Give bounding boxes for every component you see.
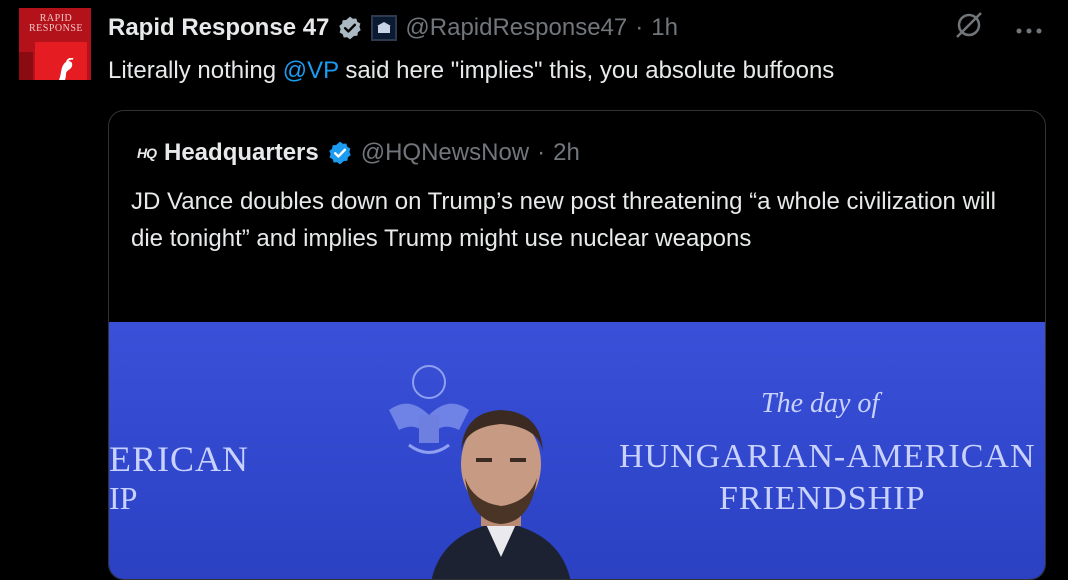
media-script-text: The day of xyxy=(761,388,880,419)
quoted-author-handle[interactable]: @HQNewsNow xyxy=(361,139,529,167)
hq-avatar-icon[interactable]: HQ xyxy=(137,145,157,161)
post-text-end: said here "implies" this, you absolute b… xyxy=(338,57,835,84)
quoted-text: JD Vance doubles down on Trump’s new pos… xyxy=(131,188,996,252)
grok-icon[interactable] xyxy=(954,10,984,44)
quoted-author-name[interactable]: Headquarters xyxy=(164,139,319,167)
media-left-text-1: ERICAN xyxy=(109,439,249,479)
author-handle[interactable]: @RapidResponse47 xyxy=(405,14,627,42)
quoted-media-image[interactable]: ERICAN IP The day of HUNGARIAN-AMERICAN … xyxy=(109,322,1045,579)
quoted-header: HQ Headquarters @HQNewsNow · 2h xyxy=(137,139,580,167)
avatar-brand-text: RAPID RESPONSE xyxy=(28,13,83,34)
avatar[interactable]: RAPID RESPONSE xyxy=(19,8,91,80)
quoted-post[interactable]: HQ Headquarters @HQNewsNow · 2h JD Vance… xyxy=(108,110,1046,580)
avatar-strip xyxy=(19,52,33,80)
verified-badge-icon xyxy=(339,16,362,40)
pepper-icon xyxy=(35,42,87,80)
verified-badge-icon xyxy=(329,141,351,165)
post-actions xyxy=(954,10,1044,44)
speaker-person-image xyxy=(431,410,571,579)
post-time[interactable]: 1h xyxy=(651,14,678,42)
post-header: Rapid Response 47 @RapidResponse47 · 1h xyxy=(108,8,678,48)
quoted-time[interactable]: 2h xyxy=(553,139,580,167)
media-left-text-2: IP xyxy=(109,480,138,516)
separator-dot: · xyxy=(537,139,546,166)
author-name[interactable]: Rapid Response 47 xyxy=(108,14,329,42)
white-house-affiliation-icon[interactable] xyxy=(371,15,398,41)
separator-dot: · xyxy=(635,14,644,41)
media-banner-line-2: FRIENDSHIP xyxy=(719,480,926,517)
mention-link[interactable]: @VP xyxy=(283,57,339,84)
post-text: Literally nothing @VP said here "implies… xyxy=(108,54,834,88)
more-icon[interactable] xyxy=(1014,14,1044,40)
media-banner-line-1: HUNGARIAN-AMERICAN xyxy=(619,438,1036,475)
post-text-start: Literally nothing xyxy=(108,57,283,84)
